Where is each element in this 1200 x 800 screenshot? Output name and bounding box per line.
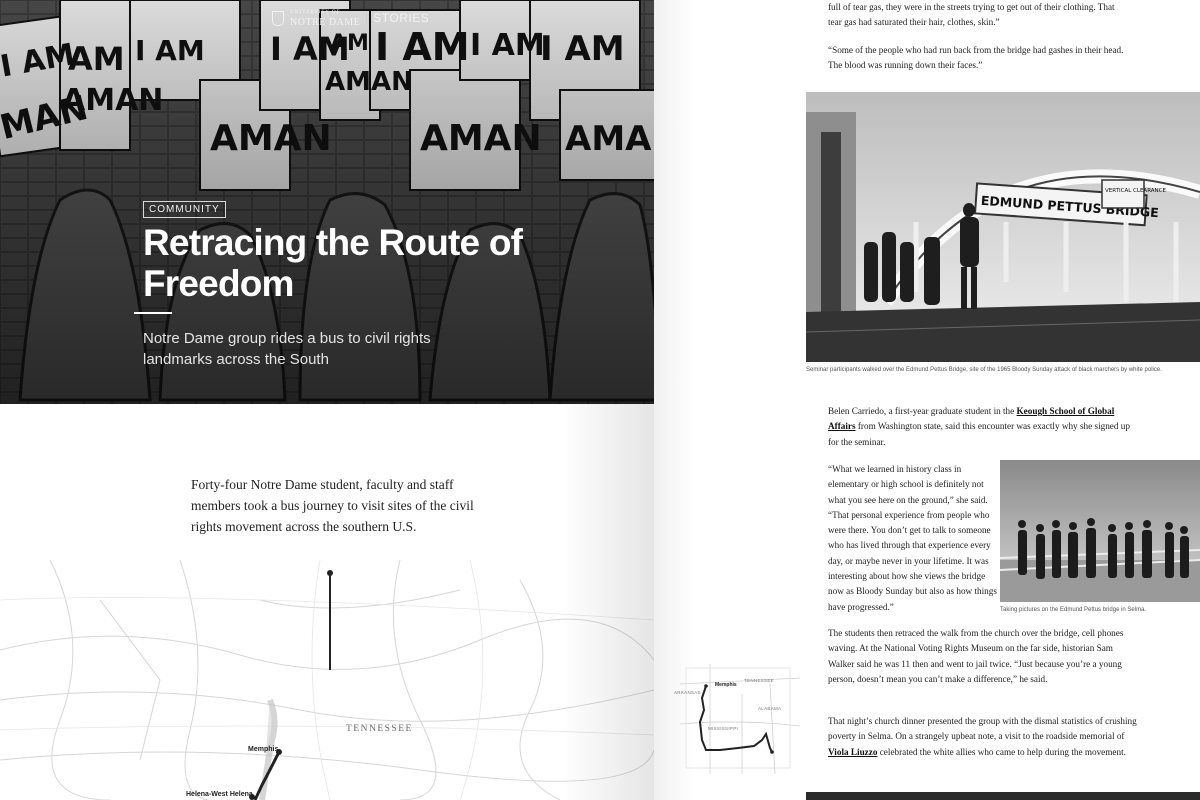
logo-divider [366,11,368,25]
mini-map-label-alabama: ALABAMA [758,706,782,711]
bridge-photo[interactable]: EDMUND PETTUS BRIDGE VERTICAL CLEARANCE [806,92,1200,362]
route-map [0,560,654,800]
map-city-helena: Helena-West Helena [186,791,253,798]
page-gutter-shadow [560,404,654,800]
intro-paragraph: Forty-four Notre Dame student, faculty a… [191,477,474,534]
bridge-photo-image: EDMUND PETTUS BRIDGE VERTICAL CLEARANCE [806,92,1200,362]
article-title: Retracing the Route of Freedom [143,222,523,304]
mini-route-map [680,664,800,774]
right-page: full of tear gas, they were in the stree… [654,0,1200,800]
article-dek: Notre Dame group rides a bus to civil ri… [143,330,431,368]
map-state-label: TENNESSEE [346,724,413,734]
shield-icon [272,10,284,26]
mini-map-label-arkansas: ARKANSAS [674,690,701,695]
selfie-photo-caption: Taking pictures on the Edmund Pettus bri… [1000,607,1147,613]
paragraph-quote: “What we learned in history class in ele… [828,464,997,612]
section-name: STORIES [373,11,430,25]
hero-banner: I AM MAN AM AMAN I AM AMAN I AM AM AMAN … [0,0,654,404]
paragraph-church-dinner: That night’s church dinner presented the… [828,714,1138,760]
paragraph-belen-text-b: from Washington state, said this encount… [828,421,1130,447]
map-city-memphis: Memphis [248,746,279,753]
site-logo[interactable]: UNIVERSITY OF NOTRE DAME STORIES [272,8,429,28]
selfie-photo[interactable] [1000,460,1200,602]
paragraph-tear-gas: full of tear gas, they were in the stree… [828,2,1115,28]
paragraph-gashes: “Some of the people who had run back fro… [828,45,1124,71]
clearance-sign-text: VERTICAL CLEARANCE [1105,188,1167,194]
paragraph-church-text-b: celebrated the white allies who came to … [877,746,1126,757]
paragraph-belen: Belen Carriedo, a first-year graduate st… [828,404,1138,450]
paragraph-belen-text-a: Belen Carriedo, a first-year graduate st… [828,406,1017,416]
mini-map-city-memphis: Memphis [715,682,737,688]
university-text: NOTRE DAME [290,17,361,28]
selfie-photo-image [1000,460,1200,602]
paragraph-church-text-a: That night’s church dinner presented the… [828,716,1137,742]
mini-map-label-mississippi: MISSISSIPPI [708,726,739,731]
paragraph-retraced: The students then retraced the walk from… [828,628,1124,684]
bridge-photo-caption: Seminar participants walked over the Edm… [806,367,1162,373]
viola-liuzzo-link[interactable]: Viola Liuzzo [828,747,877,757]
mini-map-label-tennessee: TENNESSEE [744,678,774,683]
university-name: UNIVERSITY OF NOTRE DAME [290,8,360,28]
left-page: I AM MAN AM AMAN I AM AMAN I AM AM AMAN … [0,0,654,800]
category-badge[interactable]: COMMUNITY [143,201,226,218]
title-rule [134,312,172,314]
next-photo-edge [806,792,1200,800]
